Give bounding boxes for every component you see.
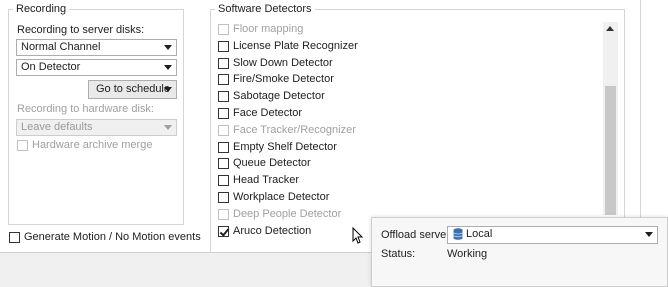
- chevron-down-icon: [164, 87, 172, 92]
- detector-label: Aruco Detection: [233, 224, 312, 237]
- detector-row[interactable]: Floor mapping: [215, 22, 595, 38]
- channel-select[interactable]: Normal Channel: [16, 39, 177, 56]
- chevron-down-icon: [164, 45, 172, 50]
- detector-checkbox[interactable]: [218, 91, 229, 103]
- detector-checkbox[interactable]: [218, 124, 229, 136]
- detector-label: License Plate Recognizer: [233, 39, 358, 52]
- detector-row[interactable]: Fire/Smoke Detector: [215, 72, 595, 88]
- detector-checkbox[interactable]: [218, 158, 229, 170]
- scrollbar-thumb[interactable]: [605, 86, 616, 215]
- channel-select-value: Normal Channel: [21, 41, 101, 53]
- detector-label: Fire/Smoke Detector: [233, 73, 334, 86]
- detector-label: Empty Shelf Detector: [233, 140, 337, 153]
- detector-label: Head Tracker: [233, 174, 300, 187]
- hardware-select[interactable]: Leave defaults: [16, 119, 177, 136]
- go-to-schedule-button[interactable]: Go to schedule: [88, 80, 177, 99]
- hardware-disk-label: Recording to hardware disk:: [17, 103, 154, 115]
- recording-group-title: Recording: [13, 3, 70, 15]
- detector-list: Floor mapping License Plate Recognizer Slo…: [215, 20, 601, 238]
- detector-checkbox[interactable]: [218, 74, 229, 86]
- detector-label: Workplace Detector: [233, 191, 330, 203]
- server-disks-label: Recording to server disks:: [17, 24, 145, 36]
- scroll-up-arrow-icon[interactable]: [606, 26, 614, 31]
- detector-row[interactable]: License Plate Recognizer: [215, 39, 595, 55]
- archive-merge-label: Hardware archive merge: [32, 139, 153, 151]
- offload-server-label: Offload server:: [381, 229, 453, 241]
- window-border: [640, 0, 641, 217]
- detector-label: Face Tracker/Recognizer: [233, 123, 356, 136]
- archive-merge-checkbox[interactable]: [17, 140, 28, 151]
- offload-server-select[interactable]: Local: [447, 226, 658, 244]
- detector-label: Deep People Detector: [233, 207, 342, 220]
- detector-row[interactable]: Face Tracker/Recognizer: [215, 123, 595, 139]
- detector-label: Floor mapping: [233, 23, 304, 35]
- detector-row[interactable]: Workplace Detector: [215, 190, 595, 206]
- detector-checkbox[interactable]: [218, 208, 229, 220]
- chevron-down-icon: [164, 65, 172, 70]
- mode-select-value: On Detector: [21, 61, 81, 73]
- detector-checkbox[interactable]: [218, 225, 229, 237]
- go-to-schedule-label: Go to schedule: [96, 83, 170, 95]
- motion-events-label: Generate Motion / No Motion events: [24, 231, 201, 243]
- detector-checkbox[interactable]: [218, 24, 229, 35]
- detector-row[interactable]: Sabotage Detector: [215, 89, 595, 105]
- offload-server-value: Local: [466, 228, 493, 240]
- status-label: Status:: [381, 248, 416, 260]
- detector-label: Face Detector: [233, 107, 303, 119]
- detector-checkbox[interactable]: [218, 40, 229, 52]
- detector-label: Sabotage Detector: [233, 90, 325, 103]
- mouse-cursor-icon: [352, 227, 364, 244]
- detector-row[interactable]: Slow Down Detector: [215, 56, 595, 72]
- detector-row[interactable]: Empty Shelf Detector: [215, 140, 595, 156]
- database-icon: [453, 228, 463, 240]
- chevron-down-icon: [164, 125, 172, 130]
- detector-checkbox[interactable]: [218, 141, 229, 153]
- hardware-select-value: Leave defaults: [21, 121, 93, 133]
- detector-checkbox[interactable]: [218, 192, 229, 203]
- mode-select[interactable]: On Detector: [16, 59, 177, 76]
- motion-events-checkbox[interactable]: [9, 232, 20, 243]
- detector-label: Slow Down Detector: [233, 56, 333, 69]
- detector-row[interactable]: Head Tracker: [215, 173, 595, 189]
- chevron-down-icon: [645, 232, 653, 237]
- detectors-group-title: Software Detectors: [215, 3, 315, 15]
- detector-label: Queue Detector: [233, 157, 311, 170]
- detector-checkbox[interactable]: [218, 57, 229, 69]
- detector-checkbox[interactable]: [218, 175, 229, 187]
- detector-row[interactable]: Face Detector: [215, 106, 595, 122]
- detector-checkbox[interactable]: [218, 108, 229, 119]
- detector-row[interactable]: Queue Detector: [215, 156, 595, 172]
- status-value: Working: [447, 248, 488, 260]
